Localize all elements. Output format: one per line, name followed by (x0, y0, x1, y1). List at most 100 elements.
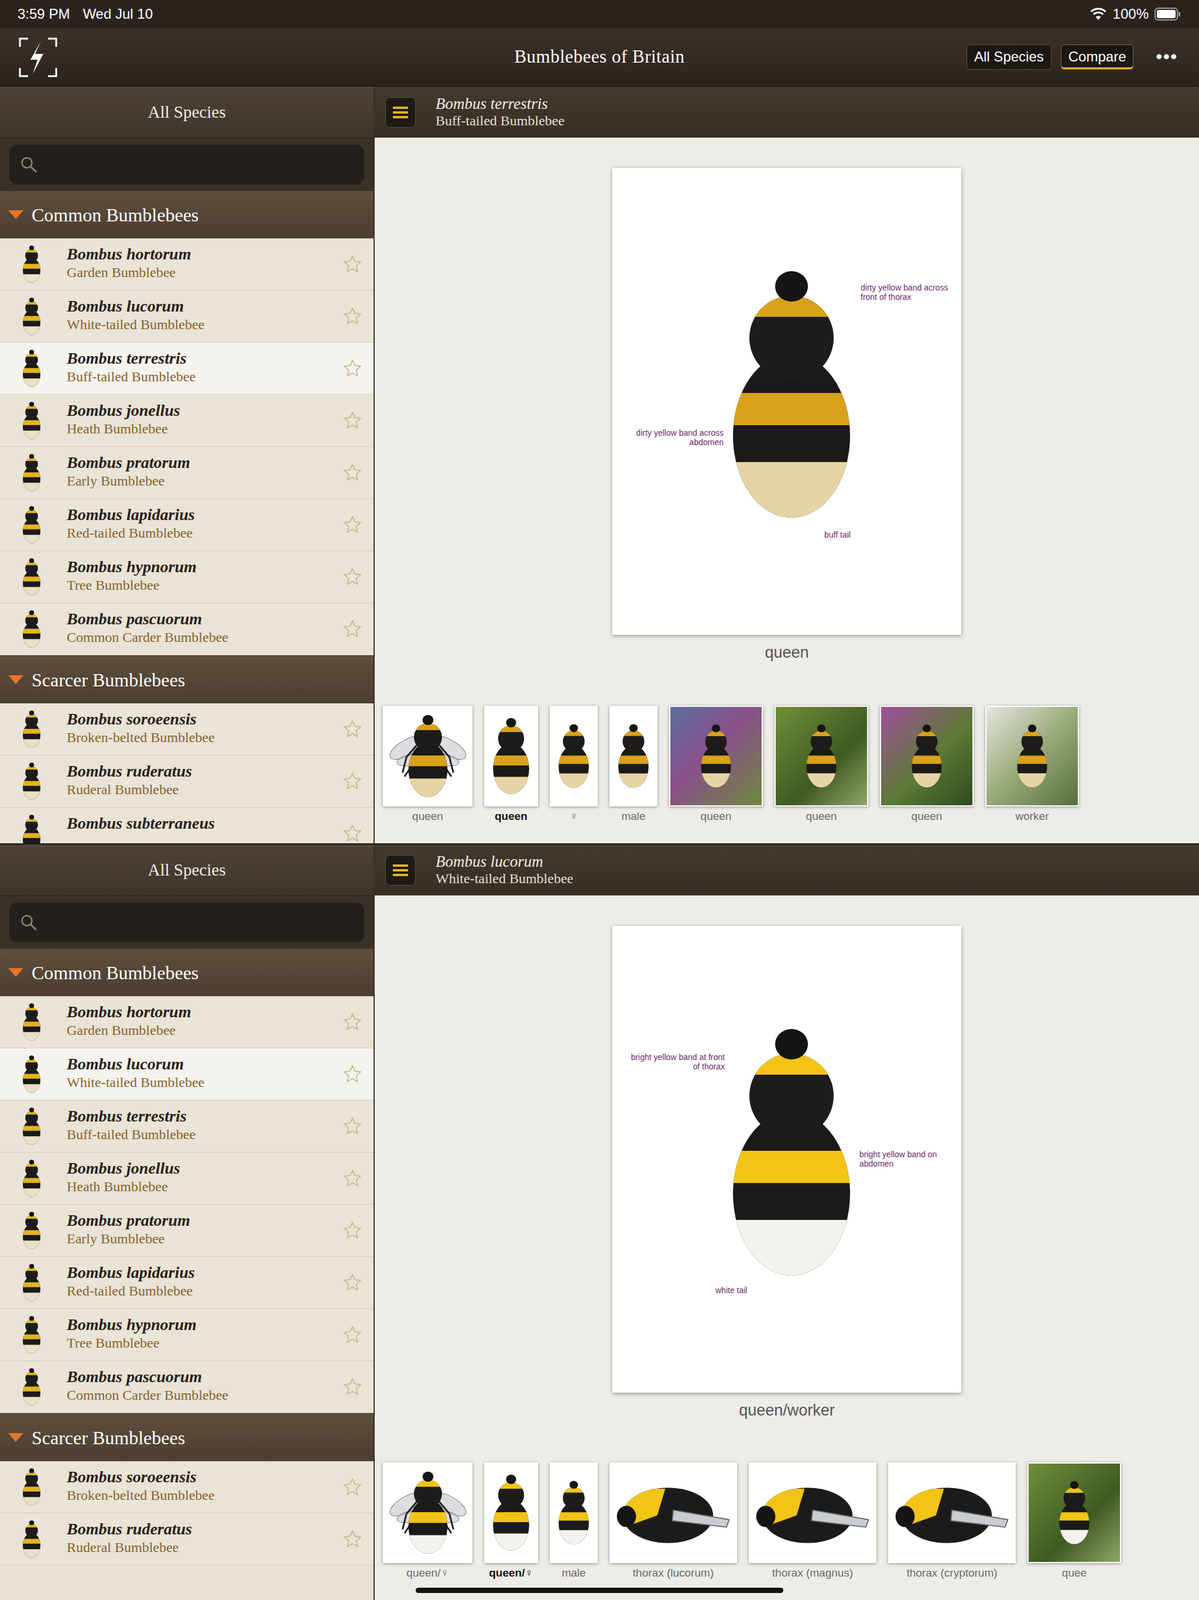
section-title: Common Bumblebees (31, 200, 199, 229)
species-row[interactable]: Bombus lapidariusRed-tailed Bumblebee (0, 498, 374, 551)
favorite-star-icon[interactable] (343, 358, 362, 378)
thumbnail-image[interactable] (985, 705, 1079, 807)
favorite-star-icon[interactable] (343, 410, 362, 430)
species-row[interactable]: Bombus hortorumGarden Bumblebee (0, 995, 374, 1048)
photo (881, 706, 973, 805)
bee-illustration-icon (386, 708, 469, 803)
favorite-star-icon[interactable] (343, 567, 362, 587)
favorite-star-icon[interactable] (343, 306, 362, 326)
species-row[interactable]: Bombus pascuorumCommon Carder Bumblebee (0, 603, 374, 656)
thumbnail-image[interactable] (484, 705, 539, 807)
favorite-star-icon[interactable] (343, 254, 362, 274)
thumbnail-image[interactable] (609, 1461, 738, 1563)
thumbnail-image[interactable] (609, 705, 658, 807)
thumbnail[interactable]: queen/♀ (484, 1461, 539, 1580)
favorite-star-icon[interactable] (343, 1116, 362, 1136)
species-row[interactable]: Bombus lucorumWhite-tailed Bumblebee (0, 1047, 374, 1101)
menu-button[interactable] (385, 97, 416, 128)
thumbnail-image[interactable] (382, 705, 473, 807)
more-button[interactable]: ••• (1152, 48, 1182, 66)
thumbnail[interactable]: queen (879, 705, 974, 824)
thumbnail[interactable]: thorax (lucorum) (609, 1461, 738, 1580)
species-row[interactable]: Bombus jonellusHeath Bumblebee (0, 1152, 374, 1205)
thumbnail[interactable]: queen (382, 705, 473, 824)
nav-button[interactable]: Compare (1060, 44, 1135, 70)
species-row[interactable]: Bombus pratorumEarly Bumblebee (0, 446, 374, 499)
section-header[interactable]: Scarcer Bumblebees (0, 655, 374, 704)
search-field[interactable] (44, 152, 354, 177)
favorite-star-icon[interactable] (343, 719, 362, 739)
thumbnail[interactable]: thorax (cryptorum) (888, 1461, 1016, 1580)
species-row[interactable]: Bombus soroeensisBroken-belted Bumblebee (0, 703, 374, 756)
species-row[interactable]: Bombus hypnorumTree Bumblebee (0, 550, 374, 604)
favorite-star-icon[interactable] (343, 1376, 362, 1396)
favorite-star-icon[interactable] (343, 823, 362, 843)
section-header[interactable]: Common Bumblebees (0, 947, 374, 996)
species-row[interactable]: Bombus subterraneus (0, 807, 374, 844)
favorite-star-icon[interactable] (343, 1324, 362, 1344)
home-indicator[interactable] (415, 1587, 784, 1593)
favorite-star-icon[interactable] (343, 1477, 362, 1496)
species-row[interactable]: Bombus pascuorumCommon Carder Bumblebee (0, 1360, 374, 1413)
favorite-star-icon[interactable] (343, 1529, 362, 1548)
species-row[interactable]: Bombus hortorumGarden Bumblebee (0, 238, 374, 291)
favorite-star-icon[interactable] (343, 1012, 362, 1031)
thumbnail[interactable]: queen (669, 705, 763, 824)
thumbnail-image[interactable] (879, 705, 974, 807)
app-logo-icon[interactable] (17, 36, 59, 79)
bee-icon (21, 1158, 43, 1198)
thumbnail-image[interactable] (774, 705, 869, 807)
species-row[interactable]: Bombus hypnorumTree Bumblebee (0, 1308, 374, 1361)
species-row[interactable]: Bombus jonellusHeath Bumblebee (0, 394, 374, 447)
species-names: Bombus hypnorumTree Bumblebee (66, 1314, 319, 1351)
image-viewer: bright yellow band at front of thoraxbri… (374, 895, 1199, 1600)
thumbnail[interactable]: queen/♀ (382, 1461, 473, 1580)
thumbnail[interactable]: quee (1027, 1461, 1122, 1580)
search-box (9, 902, 365, 942)
section-header[interactable]: Common Bumblebees (0, 190, 374, 239)
thumbnail-image[interactable] (549, 705, 598, 807)
plate-annotation: bright yellow band on abdomen (859, 1149, 948, 1168)
thumbnail[interactable]: worker (985, 705, 1079, 824)
thumbnail[interactable]: ♀ (549, 705, 598, 824)
favorite-star-icon[interactable] (343, 515, 362, 534)
thumbnail[interactable]: male (549, 1461, 598, 1580)
favorite-star-icon[interactable] (343, 771, 362, 791)
thumbnail[interactable]: male (609, 705, 658, 824)
search-field[interactable] (44, 909, 354, 934)
expand-icon[interactable] (8, 1432, 24, 1442)
thumbnail-image[interactable] (1027, 1461, 1122, 1563)
thumbnail-label: quee (1062, 1566, 1087, 1580)
species-row[interactable]: Bombus soroeensisBroken-belted Bumblebee (0, 1460, 374, 1513)
species-row[interactable]: Bombus pratorumEarly Bumblebee (0, 1204, 374, 1257)
thumbnail-image[interactable] (888, 1461, 1016, 1563)
species-row[interactable]: Bombus lapidariusRed-tailed Bumblebee (0, 1256, 374, 1309)
species-row[interactable]: Bombus lucorumWhite-tailed Bumblebee (0, 290, 374, 343)
species-row[interactable]: Bombus terrestrisBuff-tailed Bumblebee (0, 342, 374, 395)
favorite-star-icon[interactable] (343, 1220, 362, 1240)
favorite-star-icon[interactable] (343, 619, 362, 639)
thumbnail[interactable]: thorax (magnus) (748, 1461, 877, 1580)
thumbnail-image[interactable] (382, 1461, 473, 1563)
bee-icon (21, 813, 43, 844)
clock-time: 3:59 PM (17, 3, 70, 25)
thumbnail-image[interactable] (669, 705, 763, 807)
species-row[interactable]: Bombus ruderatusRuderal Bumblebee (0, 755, 374, 808)
favorite-star-icon[interactable] (343, 1064, 362, 1084)
section-header[interactable]: Scarcer Bumblebees (0, 1412, 374, 1461)
favorite-star-icon[interactable] (343, 1272, 362, 1292)
thumbnail-image[interactable] (484, 1461, 539, 1563)
nav-button[interactable]: All Species (966, 44, 1052, 70)
thumbnail[interactable]: queen (774, 705, 869, 824)
thumbnail-image[interactable] (549, 1461, 598, 1563)
species-row[interactable]: Bombus ruderatusRuderal Bumblebee (0, 1512, 374, 1565)
expand-icon[interactable] (8, 967, 24, 977)
expand-icon[interactable] (8, 210, 24, 219)
species-row[interactable]: Bombus terrestrisBuff-tailed Bumblebee (0, 1100, 374, 1153)
menu-button[interactable] (385, 854, 416, 886)
expand-icon[interactable] (8, 675, 24, 684)
thumbnail[interactable]: queen (484, 705, 539, 824)
favorite-star-icon[interactable] (343, 1168, 362, 1188)
thumbnail-image[interactable] (748, 1461, 877, 1563)
favorite-star-icon[interactable] (343, 463, 362, 482)
